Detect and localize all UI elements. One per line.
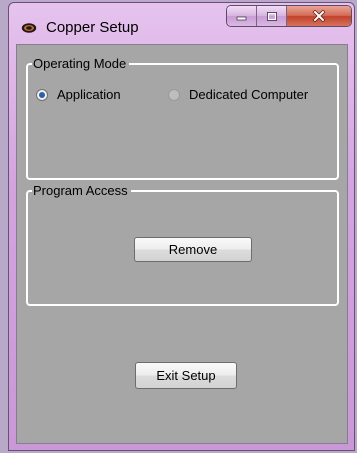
operating-mode-group: Operating Mode Application Dedicated Com… [26,56,339,180]
program-access-group: Program Access Remove [26,183,339,306]
minimize-button[interactable] [227,6,257,26]
title-bar[interactable]: Copper Setup [9,3,354,43]
client-area: Operating Mode Application Dedicated Com… [16,44,348,444]
program-access-label: Program Access [32,183,131,198]
close-icon [312,10,326,22]
window-title: Copper Setup [46,19,139,36]
radio-unselected-icon [168,88,180,101]
radio-application[interactable]: Application [36,87,121,102]
caption-buttons [226,5,352,27]
operating-mode-label: Operating Mode [32,56,130,71]
minimize-icon [236,16,246,21]
radio-dedicated-computer[interactable]: Dedicated Computer [168,87,308,102]
close-button[interactable] [287,6,351,26]
radio-dedicated-computer-label: Dedicated Computer [189,87,309,102]
remove-button[interactable]: Remove [134,237,252,262]
maximize-button[interactable] [257,6,287,26]
radio-application-label: Application [57,87,121,102]
maximize-icon [266,11,277,21]
exit-setup-button[interactable]: Exit Setup [135,362,237,389]
copper-eye-icon [21,21,37,33]
radio-selected-icon [36,88,48,101]
setup-window: Copper Setup Operating Mode Application … [8,2,355,451]
